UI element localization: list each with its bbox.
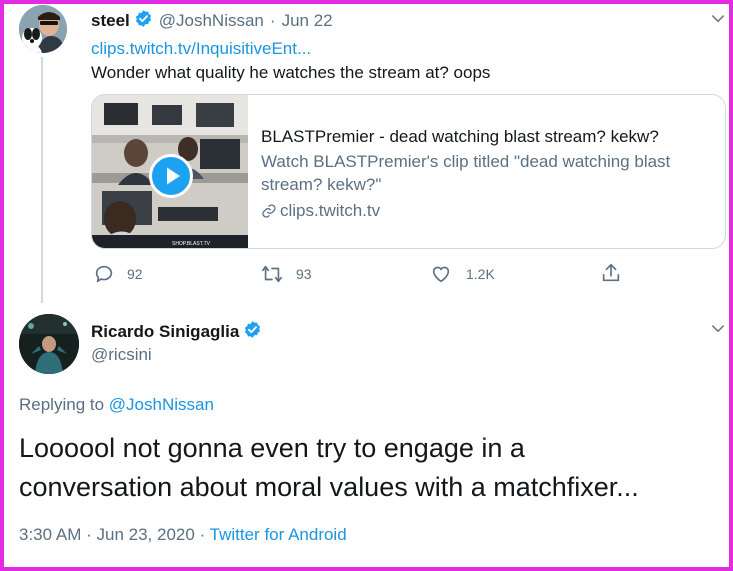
- tweet2-handle[interactable]: @ricsini: [91, 344, 152, 366]
- like-button[interactable]: 1.2K: [430, 263, 495, 285]
- tweet1-author-name[interactable]: steel: [91, 11, 130, 31]
- tweet2-text-line1: Loooool not gonna even try to engage in …: [19, 433, 525, 463]
- tweet2-header: Ricardo Sinigaglia: [91, 320, 262, 344]
- retweet-button[interactable]: 93: [260, 263, 312, 285]
- meta-separator: ·: [199, 525, 206, 544]
- thread-line: [41, 57, 43, 303]
- reply-icon: [93, 263, 115, 285]
- card-thumbnail: SHOP.BLAST.TV: [92, 95, 248, 248]
- chevron-down-icon[interactable]: [709, 10, 727, 33]
- tweet1-header: steel @JoshNissan · Jun 22: [91, 9, 333, 33]
- tweet1-link[interactable]: clips.twitch.tv/InquisitiveEnt...: [91, 38, 311, 60]
- date-separator: ·: [269, 11, 276, 30]
- tweet2-date[interactable]: Jun 23, 2020: [97, 525, 195, 544]
- retweet-count: 93: [296, 266, 312, 282]
- retweet-icon: [260, 263, 284, 285]
- avatar-image: [19, 314, 79, 374]
- tweet1-handle[interactable]: @JoshNissan: [159, 11, 264, 31]
- thumb-caption: SHOP.BLAST.TV: [172, 241, 211, 247]
- share-icon: [600, 262, 622, 284]
- tweet2-meta: 3:30 AM · Jun 23, 2020 · Twitter for And…: [19, 524, 347, 546]
- tweet2-source[interactable]: Twitter for Android: [210, 525, 347, 544]
- replying-label: Replying to: [19, 395, 105, 414]
- like-count: 1.2K: [466, 266, 495, 282]
- link-card[interactable]: SHOP.BLAST.TV BLASTPremier - dead watchi…: [91, 94, 726, 249]
- avatar-ricardo[interactable]: [19, 314, 79, 374]
- card-title: BLASTPremier - dead watching blast strea…: [261, 127, 659, 146]
- card-domain-row: clips.twitch.tv: [261, 200, 380, 222]
- card-domain: clips.twitch.tv: [280, 201, 381, 220]
- tweet1-date[interactable]: Jun 22: [282, 11, 333, 31]
- card-description: Watch BLASTPremier's clip titled "dead w…: [261, 152, 671, 194]
- replying-to-row: Replying to @JoshNissan: [19, 394, 214, 416]
- replying-handle[interactable]: @JoshNissan: [109, 395, 214, 414]
- verified-badge-icon: [243, 320, 262, 344]
- meta-separator: ·: [86, 525, 92, 544]
- verified-badge-icon: [134, 9, 153, 33]
- tweet2-text-line2: conversation about moral values with a m…: [19, 472, 639, 502]
- reply-count: 92: [127, 266, 143, 282]
- share-button[interactable]: [600, 262, 622, 284]
- chevron-down-icon[interactable]: [709, 320, 727, 343]
- heart-icon: [430, 263, 452, 285]
- tweet2-author-name[interactable]: Ricardo Sinigaglia: [91, 322, 239, 342]
- avatar-image: [19, 5, 67, 53]
- link-icon: [261, 203, 277, 219]
- reply-button[interactable]: 92: [93, 263, 143, 285]
- tweet1-text: Wonder what quality he watches the strea…: [91, 63, 491, 82]
- tweet2-time[interactable]: 3:30 AM: [19, 525, 81, 544]
- avatar-steel[interactable]: [19, 5, 67, 53]
- play-icon[interactable]: [149, 154, 193, 198]
